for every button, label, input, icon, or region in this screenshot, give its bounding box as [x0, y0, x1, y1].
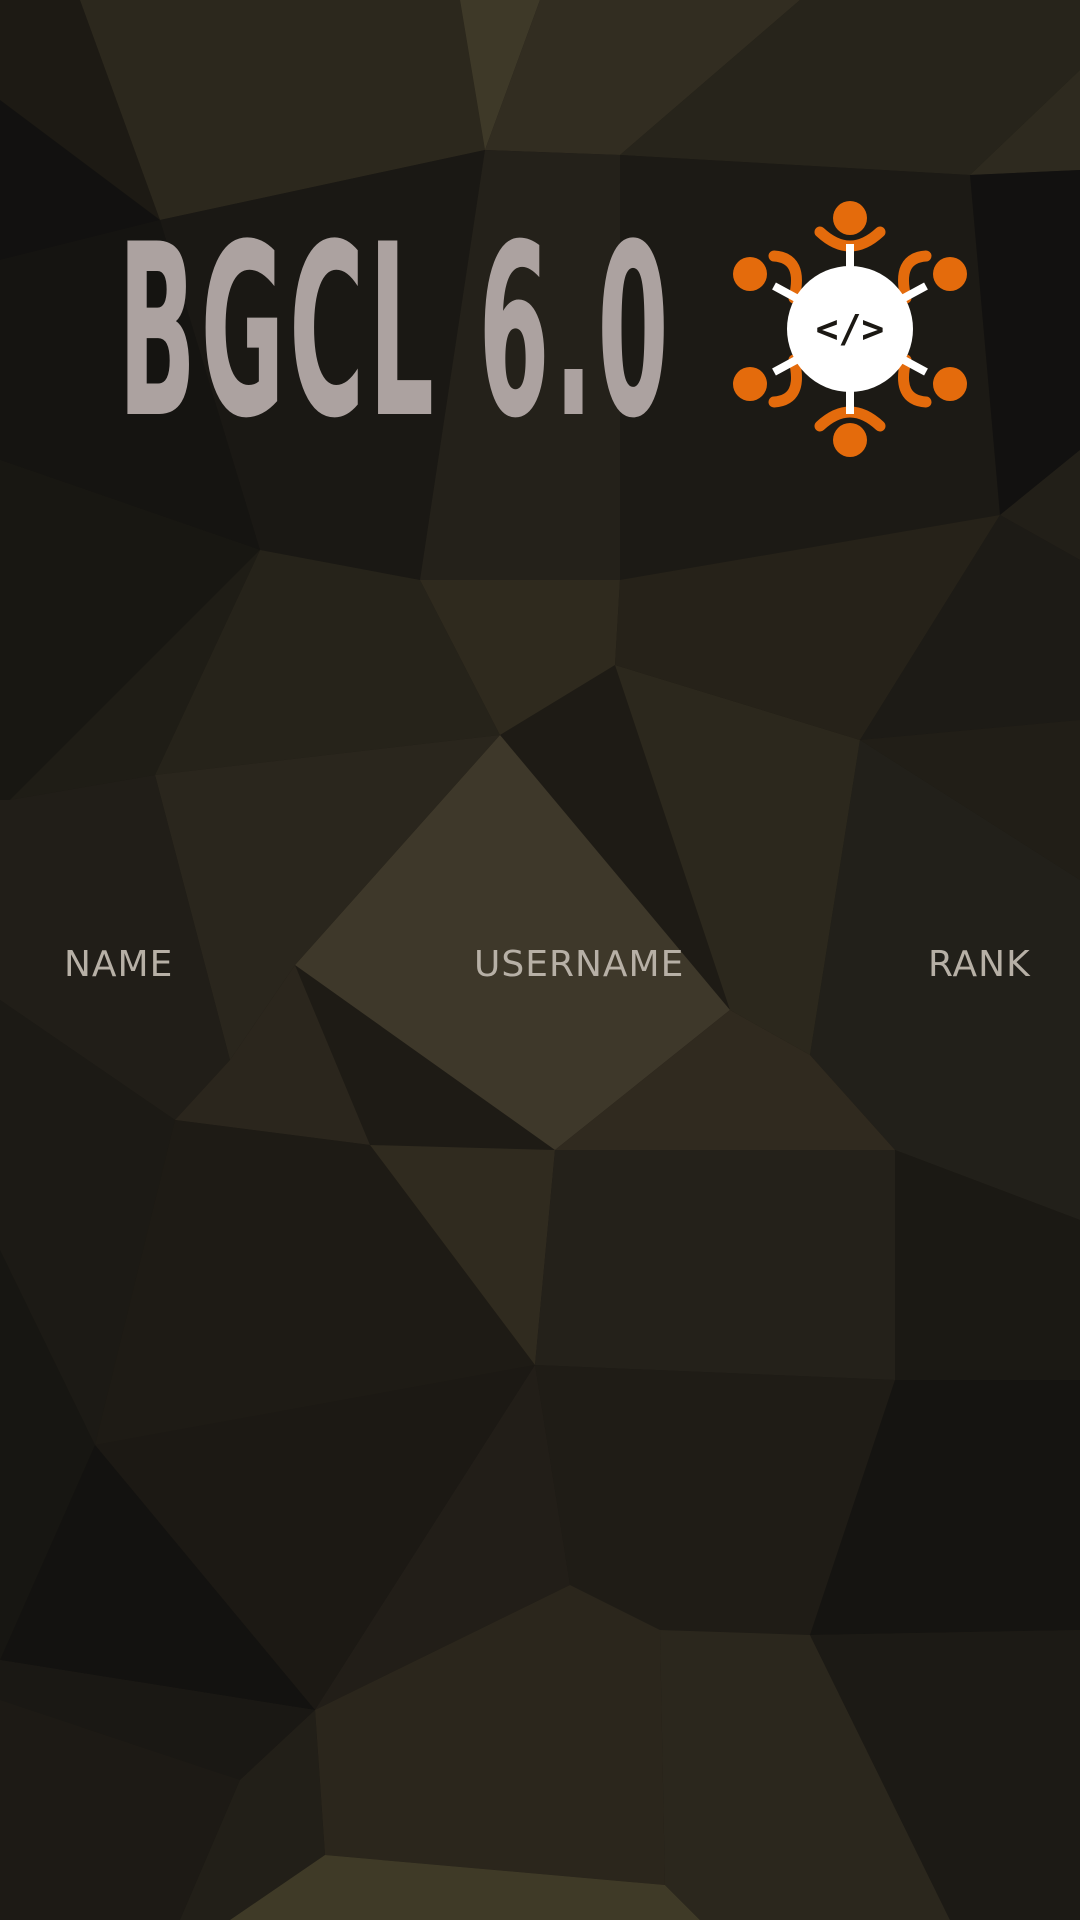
leaderboard-header: NAME USERNAME RANK [0, 940, 1080, 1000]
app-title-text: BGCL 6.0 [118, 194, 673, 471]
column-header-username: USERNAME [474, 944, 685, 985]
column-header-name: NAME [64, 944, 174, 985]
column-header-rank: RANK [928, 944, 1031, 985]
community-code-icon: </> [733, 201, 967, 457]
code-glyph: </> [816, 307, 885, 351]
app-title: BGCL 6.0 [118, 194, 663, 471]
leaderboard-rows [0, 1010, 1080, 1890]
leaderboard-screen: BGCL 6.0 </> NAME USERNAME RANK [0, 0, 1080, 1920]
header: BGCL 6.0 </> [0, 0, 1080, 520]
